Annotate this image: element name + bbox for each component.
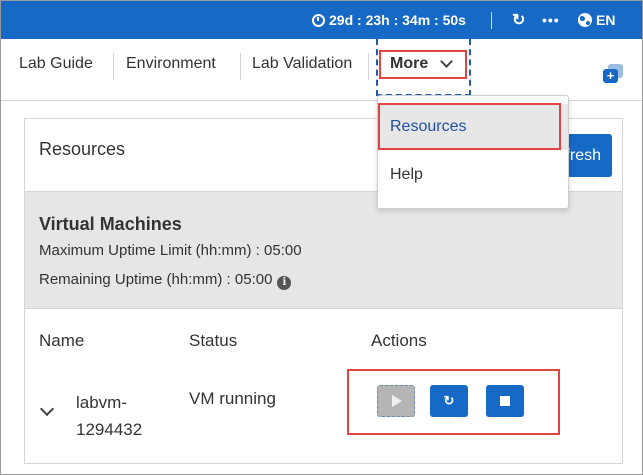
tab-lab-guide[interactable]: Lab Guide (19, 55, 93, 73)
ellipsis-icon[interactable]: ••• (542, 1, 560, 39)
stop-vm-button[interactable] (486, 385, 524, 417)
timer: 29d : 23h : 34m : 50s (312, 1, 466, 39)
vm-section-title: Virtual Machines (39, 214, 182, 234)
tab-divider (368, 53, 369, 80)
start-vm-button[interactable] (377, 385, 415, 417)
restart-vm-button[interactable]: ↻ (430, 385, 468, 417)
info-icon[interactable]: i (277, 276, 292, 290)
sync-icon[interactable]: ↻ (512, 1, 525, 39)
column-header-name: Name (39, 331, 85, 350)
stop-icon (500, 396, 510, 406)
remaining-uptime-row: Remaining Uptime (hh:mm) : 05:00 i (39, 271, 292, 290)
clock-icon (312, 13, 325, 27)
restart-icon: ↻ (443, 393, 455, 408)
timer-text: 29d : 23h : 34m : 50s (329, 12, 466, 28)
tab-bar: Lab Guide Environment Lab Validation Mor… (1, 39, 642, 101)
top-bar: 29d : 23h : 34m : 50s ↻ ••• EN (1, 1, 642, 39)
vm-name: labvm-1294432 (76, 393, 143, 439)
language-label: EN (596, 12, 616, 28)
globe-icon (578, 13, 592, 27)
topbar-divider (491, 12, 492, 29)
expand-row-chevron-icon[interactable] (39, 401, 55, 417)
tab-divider (240, 53, 241, 80)
tab-lab-validation[interactable]: Lab Validation (252, 55, 352, 73)
column-header-actions: Actions (371, 331, 427, 350)
resources-item-highlight (378, 103, 561, 150)
play-icon (392, 395, 402, 407)
remaining-uptime-text: Remaining Uptime (hh:mm) : 05:00 (39, 271, 273, 288)
tab-environment[interactable]: Environment (126, 55, 216, 73)
menu-item-help[interactable]: Help (378, 152, 568, 198)
tab-divider (113, 53, 114, 80)
column-header-status: Status (189, 331, 238, 350)
language-selector[interactable]: EN (578, 1, 615, 39)
max-uptime-text: Maximum Uptime Limit (hh:mm) : 05:00 (39, 242, 302, 259)
vm-status: VM running (189, 389, 276, 408)
resources-title: Resources (39, 139, 126, 159)
lab-window: 29d : 23h : 34m : 50s ↻ ••• EN Lab Guide… (0, 0, 643, 475)
more-dropdown-menu: Resources Help (377, 95, 569, 209)
more-tab-highlight (379, 50, 467, 79)
add-window-icon[interactable]: + (603, 64, 623, 84)
